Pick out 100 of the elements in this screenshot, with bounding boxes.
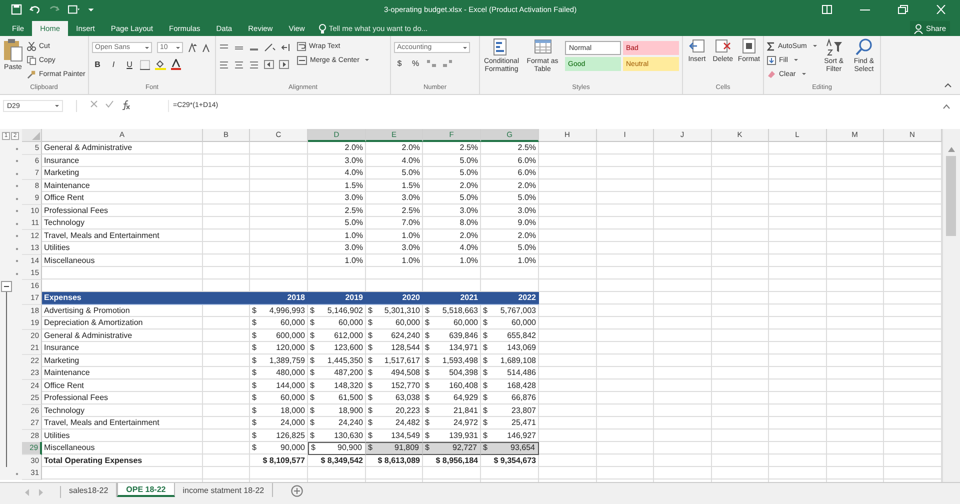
table-cell-text: 1.5% (400, 180, 421, 192)
expand-icon[interactable] (943, 104, 950, 109)
horizontal-align-icon[interactable] (249, 60, 259, 69)
table-cell-text: Maintenance (43, 180, 91, 192)
percent-button[interactable]: % (410, 59, 421, 68)
table-cell-text: $ 18,900 (309, 404, 364, 416)
table-cell-text: 4.0% (458, 242, 479, 254)
table-cell-text: 2.5% (516, 142, 537, 154)
table-cell-text: 3.0% (344, 154, 364, 166)
add-sheet-icon[interactable] (291, 485, 304, 497)
undo-icon[interactable] (29, 4, 41, 15)
table-cell-text: 1.0% (516, 254, 537, 266)
table-cell-text: $ 143,069 (482, 342, 537, 354)
table-cell-text: $ 60,000 (251, 392, 306, 404)
table-cell: $ 92,727 (423, 442, 481, 455)
table-cell-text: General & Administrative (43, 330, 134, 342)
table-cell-text: Technology (43, 404, 86, 417)
decrease-font-icon[interactable] (202, 43, 211, 52)
horizontal-align-icon[interactable] (219, 60, 229, 69)
collapse-group-icon[interactable] (1, 280, 12, 292)
ribbon-display-icon[interactable] (822, 5, 832, 14)
table-cell-text: $ 64,929 (424, 392, 479, 404)
currency-button[interactable]: $ (394, 59, 405, 68)
table-cell: $ 91,809 (366, 442, 423, 455)
table-cell-text: $ 126,825 (251, 430, 306, 442)
table-cell-text: 5.0% (458, 192, 479, 204)
table-cell-text: $ 1,445,350 (309, 354, 364, 366)
insert-function-icon[interactable] (121, 100, 131, 110)
merge-icon (297, 56, 307, 64)
table-header-cell: 2019 (308, 292, 366, 305)
table-cell-text: $ 60,000 (367, 317, 421, 329)
table-header-cell: 2018 (250, 292, 308, 305)
table-cell-text: $ 9,354,673 (492, 454, 537, 466)
table-cell-text: $ 24,972 (424, 417, 479, 429)
fill-down-icon (767, 56, 776, 64)
table-cell-text: $ 152,770 (367, 380, 421, 392)
table-cell-text: Insurance (43, 154, 80, 166)
collapse-ribbon-icon[interactable] (944, 82, 952, 88)
eraser-icon (767, 70, 776, 78)
sigma-icon (767, 42, 775, 50)
sheet-tab[interactable]: income statment 18-22 (174, 483, 274, 497)
table-cell-text: Utilities (43, 242, 71, 254)
table-cell-text: 5.0% (344, 217, 364, 229)
decrease-decimal-icon[interactable] (442, 59, 453, 68)
table-cell-text: Travel, Meals and Entertainment (43, 230, 160, 242)
italic-button[interactable]: I (108, 60, 119, 69)
table-cell-text: Miscellaneous (43, 442, 96, 454)
increase-font-icon[interactable] (188, 43, 197, 52)
underline-button[interactable]: U (124, 60, 135, 69)
table-cell-text: $ 5,301,310 (367, 304, 421, 316)
table-cell-text: 3.0% (344, 192, 364, 204)
table-cell-text: $ 1,517,617 (367, 354, 421, 366)
increase-indent-icon[interactable] (279, 60, 289, 69)
table-cell-text: General & Administrative (43, 142, 134, 154)
borders-icon[interactable] (140, 60, 150, 70)
sheet-tab[interactable]: OPE 18-22 (117, 483, 175, 497)
increase-decimal-icon[interactable] (426, 59, 437, 68)
table-cell-text: 3.0% (344, 242, 364, 254)
table-cell-text: $ 655,842 (482, 330, 537, 342)
bold-button[interactable]: B (92, 60, 103, 69)
scrollbar-thumb[interactable] (946, 156, 956, 236)
table-cell-text: $ 504,398 (424, 367, 479, 379)
table-cell-text: $ 60,000 (251, 317, 306, 329)
table-cell-text: $ 134,549 (367, 430, 421, 442)
table-cell-text: 2.0% (458, 230, 479, 242)
table-cell-text: $ 4,996,993 (251, 304, 306, 316)
table-cell-text: $ 514,486 (482, 367, 537, 379)
table-cell-text: 6.0% (516, 154, 537, 166)
orientation-icon[interactable] (264, 43, 276, 52)
restore-icon[interactable] (898, 5, 908, 14)
vertical-scrollbar[interactable] (942, 129, 960, 482)
table-cell-text: 7.0% (400, 217, 421, 229)
table-header-cell: 2021 (423, 292, 481, 305)
save-icon[interactable] (11, 4, 22, 15)
table-cell-text: Office Rent (43, 192, 85, 204)
table-cell-text: 5.0% (458, 154, 479, 166)
table-header-cell: 2020 (366, 292, 423, 305)
form-icon[interactable] (67, 4, 81, 15)
table-cell-text: $ 8,349,542 (320, 454, 364, 466)
table-cell-text: 1.0% (344, 230, 364, 242)
table-cell-text: $ 146,927 (482, 430, 537, 442)
table-cell-text: $ 639,846 (424, 330, 479, 342)
table-cell-text: $ 168,428 (482, 380, 537, 392)
table-cell-text: $ 18,000 (251, 404, 306, 416)
table-cell-text: $ 128,544 (367, 342, 421, 354)
table-cell-text: $ 8,109,577 (262, 454, 306, 466)
table-cell-text: $ 20,223 (367, 404, 421, 416)
table-cell-text: 4.0% (344, 167, 364, 179)
table-cell-text: $ 66,876 (482, 392, 537, 404)
font-color-icon[interactable] (171, 59, 181, 70)
decrease-indent-icon[interactable] (264, 60, 274, 69)
search-icon (854, 38, 873, 56)
close-icon[interactable] (936, 5, 946, 14)
table-cell-text: 3.0% (400, 192, 421, 204)
table-cell-text: $ 8,956,184 (434, 454, 479, 466)
table-cell-text: Professional Fees (43, 392, 110, 404)
fill-color-icon[interactable] (155, 59, 166, 70)
table-cell-text: 2.0% (458, 180, 479, 192)
table-cell-text: Professional Fees (43, 204, 110, 216)
horizontal-align-icon[interactable] (234, 60, 244, 69)
